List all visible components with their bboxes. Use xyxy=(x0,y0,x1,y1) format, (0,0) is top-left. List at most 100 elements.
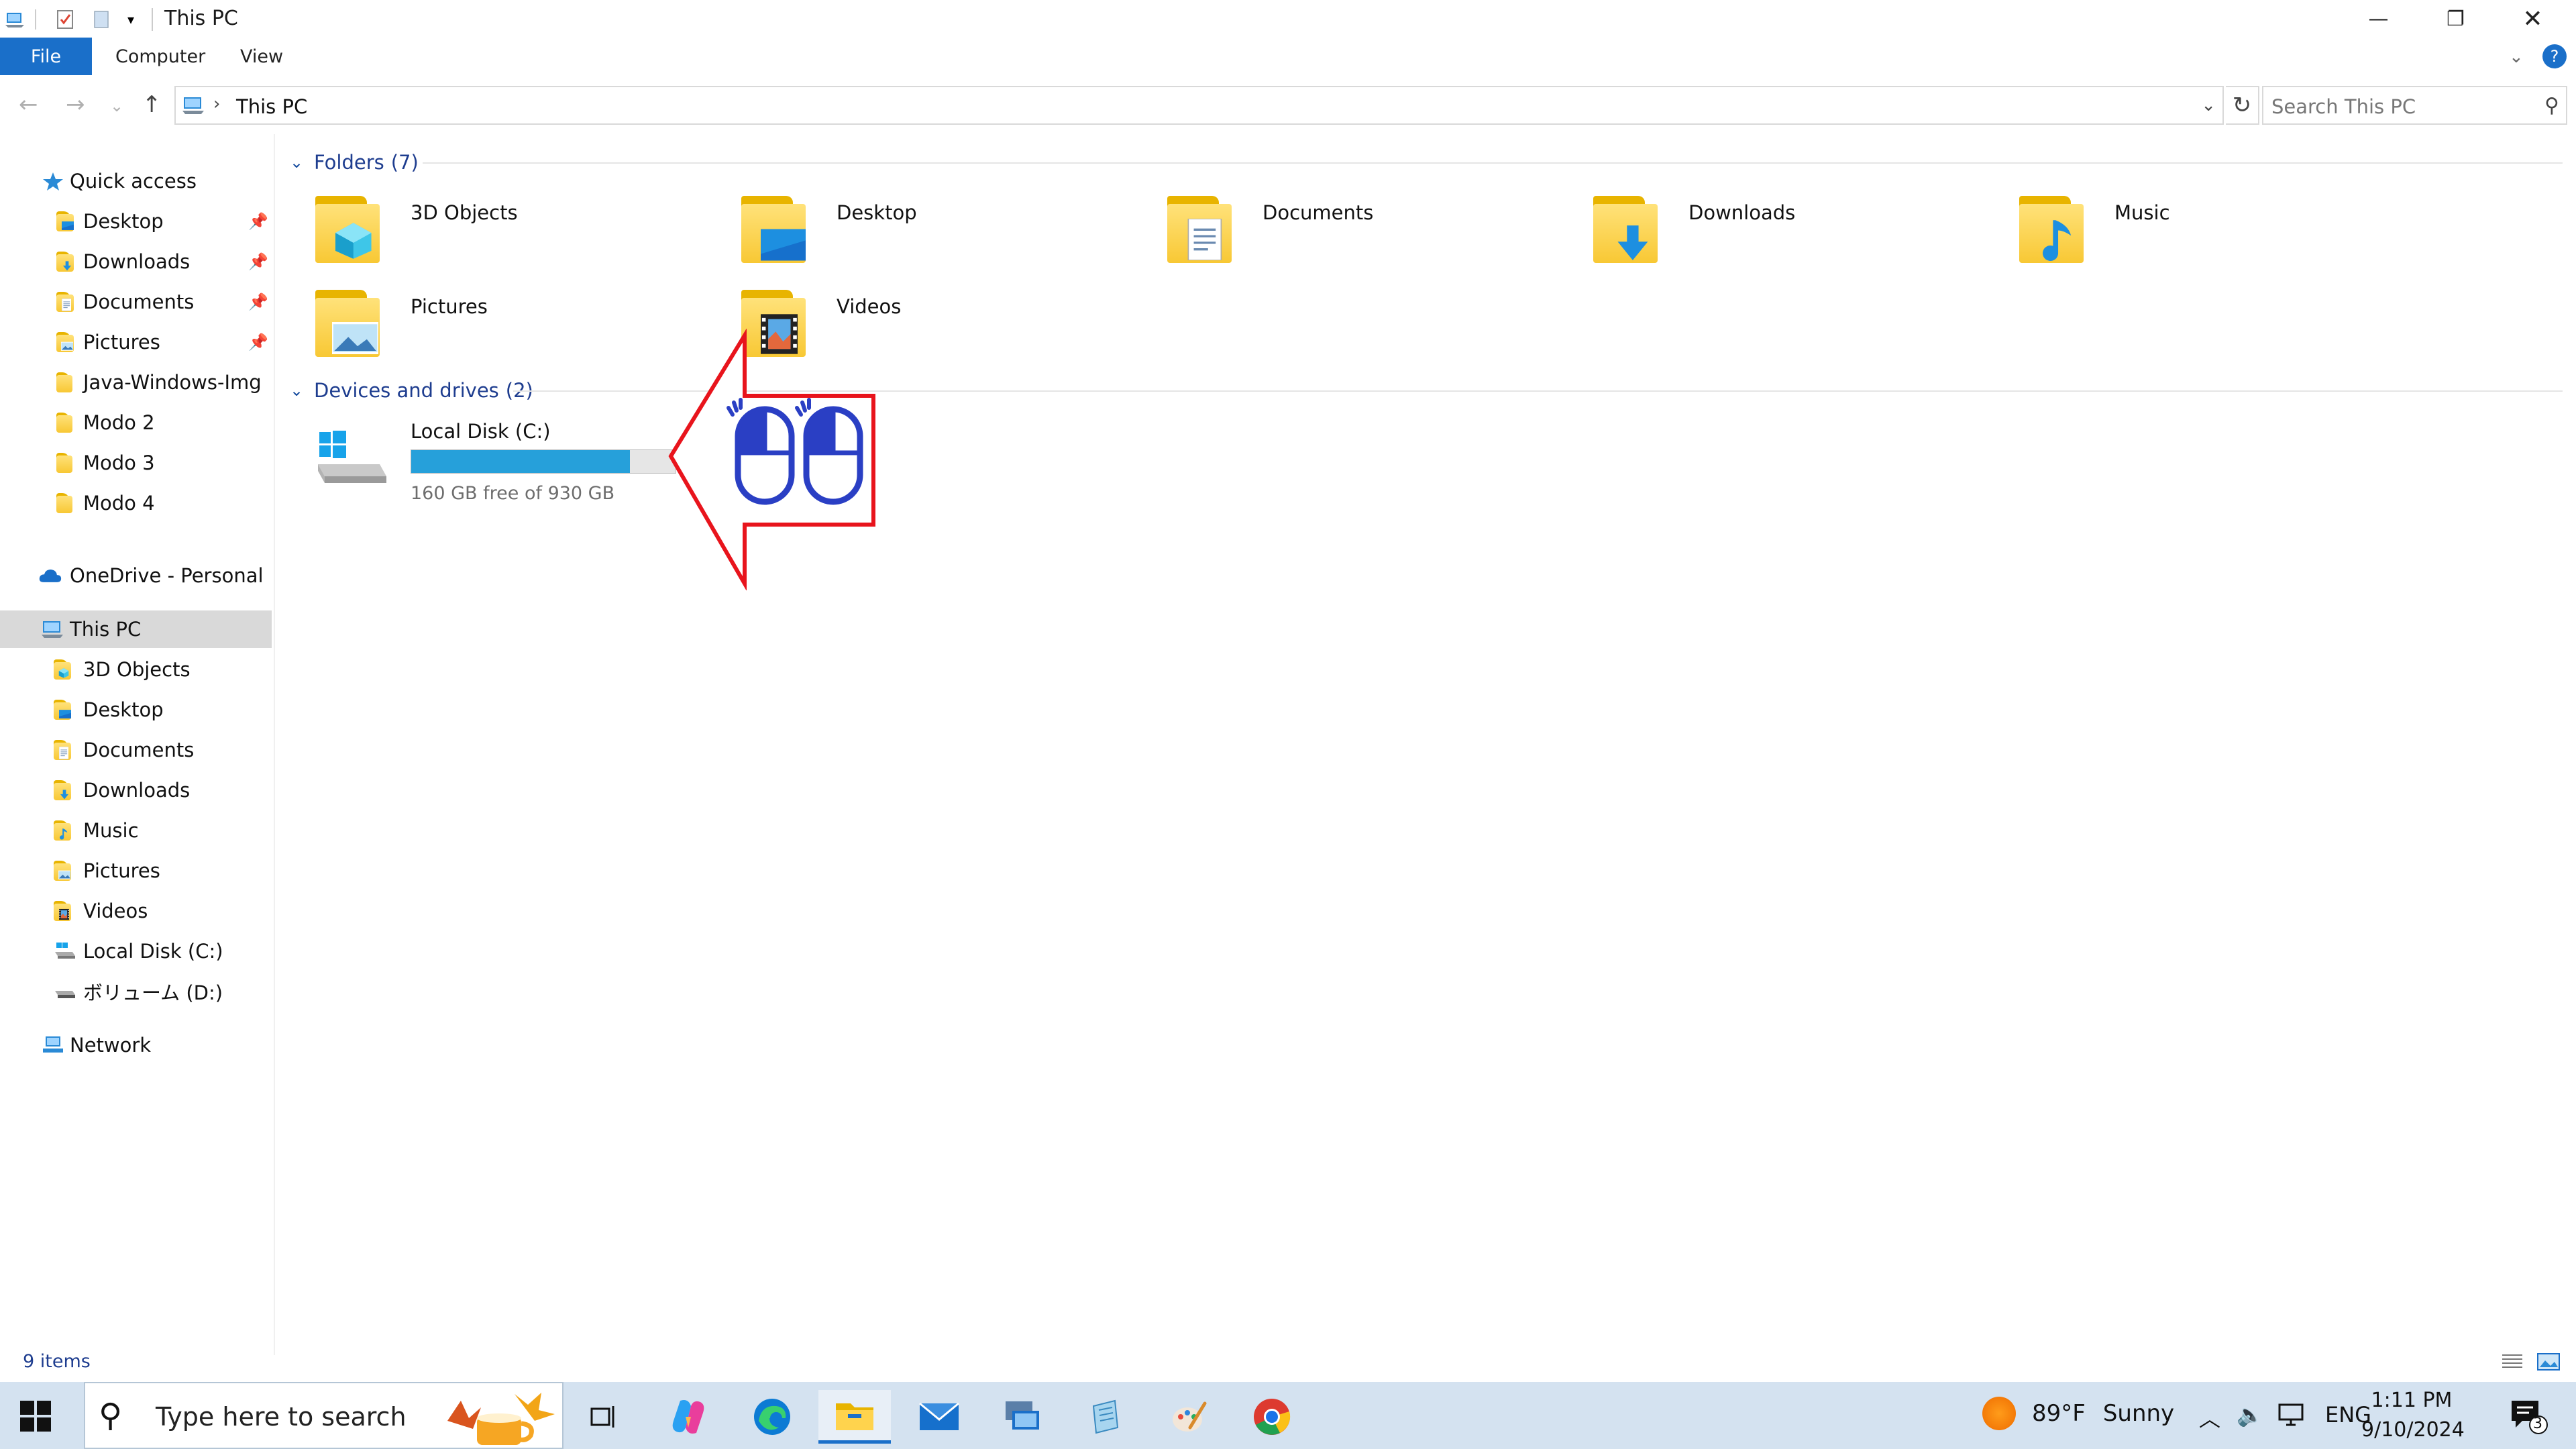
sidebar-item-java-windows-img[interactable]: Java-Windows-Img xyxy=(0,364,272,401)
status-bar: 9 items xyxy=(0,1342,2576,1382)
help-button[interactable]: ? xyxy=(2542,44,2567,68)
folder-icon xyxy=(56,372,72,392)
windows-drive-icon xyxy=(318,431,386,483)
folder-label: Music xyxy=(2114,201,2170,224)
folder-tile-documents[interactable]: Documents xyxy=(1147,188,1523,268)
close-button[interactable]: ✕ xyxy=(2494,0,2571,38)
sidebar-item-pc-local-disk-c[interactable]: Local Disk (C:) xyxy=(0,932,272,970)
folder-tile-3d-objects[interactable]: 3D Objects xyxy=(295,188,671,268)
properties-icon[interactable] xyxy=(52,7,78,32)
restore-button[interactable]: ❐ xyxy=(2417,0,2494,38)
sidebar-item-desktop[interactable]: Desktop 📌 xyxy=(0,203,272,240)
chrome-button[interactable] xyxy=(1236,1390,1308,1444)
new-folder-icon[interactable] xyxy=(90,7,113,32)
sidebar-item-modo-2[interactable]: Modo 2 xyxy=(0,404,272,441)
tab-view[interactable]: View xyxy=(240,38,283,75)
notification-center-button[interactable]: 3 xyxy=(2509,1397,2549,1434)
show-hidden-icons-icon[interactable]: ︿ xyxy=(2199,1402,2220,1433)
clock-time[interactable]: 1:11 PM xyxy=(2361,1389,2462,1412)
sidebar-item-modo-3[interactable]: Modo 3 xyxy=(0,444,272,482)
pin-icon[interactable]: 📌 xyxy=(248,333,268,352)
drives-group-header[interactable]: ⌄ Devices and drives (2) xyxy=(290,376,533,405)
refresh-button[interactable]: ↻ xyxy=(2226,86,2259,125)
sidebar-item-label: Pictures xyxy=(83,331,160,354)
sidebar-item-documents[interactable]: Documents 📌 xyxy=(0,283,272,321)
taskbar-search-box[interactable]: ⚲ Type here to search xyxy=(84,1382,564,1449)
chrome-icon xyxy=(1254,1399,1291,1435)
large-icons-view-icon[interactable] xyxy=(2536,1351,2561,1373)
collapse-chevron-icon[interactable]: ⌄ xyxy=(290,381,314,400)
customize-quick-access-icon[interactable]: ▾ xyxy=(121,7,141,32)
sidebar-item-pc-pictures[interactable]: Pictures xyxy=(0,852,272,890)
downloads-folder-icon xyxy=(54,780,71,800)
sidebar-item-this-pc[interactable]: This PC xyxy=(0,610,272,648)
mail-button[interactable] xyxy=(903,1390,975,1444)
this-pc-icon xyxy=(182,97,204,114)
folder-tile-pictures[interactable]: Pictures xyxy=(295,282,671,362)
sidebar-item-label: This PC xyxy=(70,618,142,641)
network-status-icon[interactable] xyxy=(2277,1402,2305,1429)
pin-icon[interactable]: 📌 xyxy=(248,252,268,271)
breadcrumb-chevron-icon[interactable]: › xyxy=(213,94,220,114)
address-bar[interactable]: › This PC ⌄ xyxy=(174,86,2224,125)
sidebar-item-quick-access[interactable]: Quick access xyxy=(0,162,272,200)
sidebar-item-pictures[interactable]: Pictures 📌 xyxy=(0,323,272,361)
weather-widget[interactable]: 89°F Sunny xyxy=(1982,1397,2174,1430)
drive-tile-c[interactable]: Local Disk (C:) 160 GB free of 930 GB xyxy=(295,409,676,504)
tab-computer[interactable]: Computer xyxy=(115,38,205,75)
folder-tile-downloads[interactable]: Downloads xyxy=(1573,188,1949,268)
sidebar-item-pc-desktop[interactable]: Desktop xyxy=(0,691,272,729)
sidebar-item-label: Desktop xyxy=(83,210,164,233)
sidebar-item-pc-3d-objects[interactable]: 3D Objects xyxy=(0,651,272,688)
sidebar-item-pc-documents[interactable]: Documents xyxy=(0,731,272,769)
notepad-button[interactable] xyxy=(1069,1390,1142,1444)
search-input[interactable]: Search This PC ⚲ xyxy=(2262,86,2567,125)
sidebar-item-downloads[interactable]: Downloads 📌 xyxy=(0,243,272,280)
clock-date[interactable]: 9/10/2024 xyxy=(2361,1418,2465,1442)
paint-button[interactable] xyxy=(1152,1390,1225,1444)
sidebar-item-pc-music[interactable]: Music xyxy=(0,812,272,849)
windows-start-icon[interactable] xyxy=(20,1401,51,1432)
pictures-folder-icon xyxy=(54,861,71,881)
music-folder-icon xyxy=(54,820,71,841)
collapse-chevron-icon[interactable]: ⌄ xyxy=(290,153,314,172)
recent-locations-icon[interactable]: ⌄ xyxy=(110,97,123,115)
navigation-pane: Quick access Desktop 📌 Downloads 📌 Documents… xyxy=(0,154,272,1362)
forward-button[interactable]: → xyxy=(66,91,85,118)
address-dropdown-icon[interactable]: ⌄ xyxy=(2201,95,2216,115)
tab-file[interactable]: File xyxy=(0,38,92,75)
sidebar-item-pc-videos[interactable]: Videos xyxy=(0,892,272,930)
sidebar-item-pc-d[interactable]: ボリューム (D:) xyxy=(0,973,272,1010)
folders-group-header[interactable]: ⌄ Folders (7) xyxy=(290,148,419,177)
search-icon: ⚲ xyxy=(99,1397,123,1434)
pin-icon[interactable]: 📌 xyxy=(248,212,268,231)
details-view-icon[interactable] xyxy=(2500,1351,2525,1373)
expand-ribbon-icon[interactable]: ⌄ xyxy=(2509,47,2524,67)
sidebar-item-network[interactable]: Network xyxy=(0,1026,272,1064)
pane-splitter[interactable] xyxy=(274,134,275,1355)
file-explorer-button[interactable] xyxy=(818,1390,891,1444)
desktop-folder-icon xyxy=(54,700,71,720)
sidebar-item-pc-downloads[interactable]: Downloads xyxy=(0,771,272,809)
mail-icon xyxy=(919,1402,959,1430)
sidebar-item-modo-4[interactable]: Modo 4 xyxy=(0,484,272,522)
up-button[interactable]: ↑ xyxy=(142,91,162,118)
sidebar-item-onedrive[interactable]: OneDrive - Personal xyxy=(0,557,272,594)
3d-objects-folder-icon xyxy=(54,659,71,680)
sidebar-item-label: Pictures xyxy=(83,859,160,882)
edge-browser-button[interactable] xyxy=(736,1390,808,1444)
group-title: Folders xyxy=(314,151,384,174)
minimize-button[interactable]: — xyxy=(2340,0,2417,38)
file-explorer-icon xyxy=(836,1403,873,1430)
pin-icon[interactable]: 📌 xyxy=(248,292,268,311)
folder-label: 3D Objects xyxy=(411,201,518,224)
address-path[interactable]: This PC xyxy=(236,95,307,118)
task-view-button[interactable] xyxy=(568,1390,640,1444)
folder-tile-music[interactable]: Music xyxy=(1999,188,2375,268)
explorer-app-icon[interactable] xyxy=(3,7,28,32)
back-button[interactable]: ← xyxy=(19,91,38,118)
copilot-button[interactable] xyxy=(652,1390,724,1444)
remote-desktop-button[interactable] xyxy=(986,1390,1059,1444)
folder-tile-desktop[interactable]: Desktop xyxy=(721,188,1097,268)
volume-icon[interactable]: 🔈 xyxy=(2237,1402,2263,1428)
